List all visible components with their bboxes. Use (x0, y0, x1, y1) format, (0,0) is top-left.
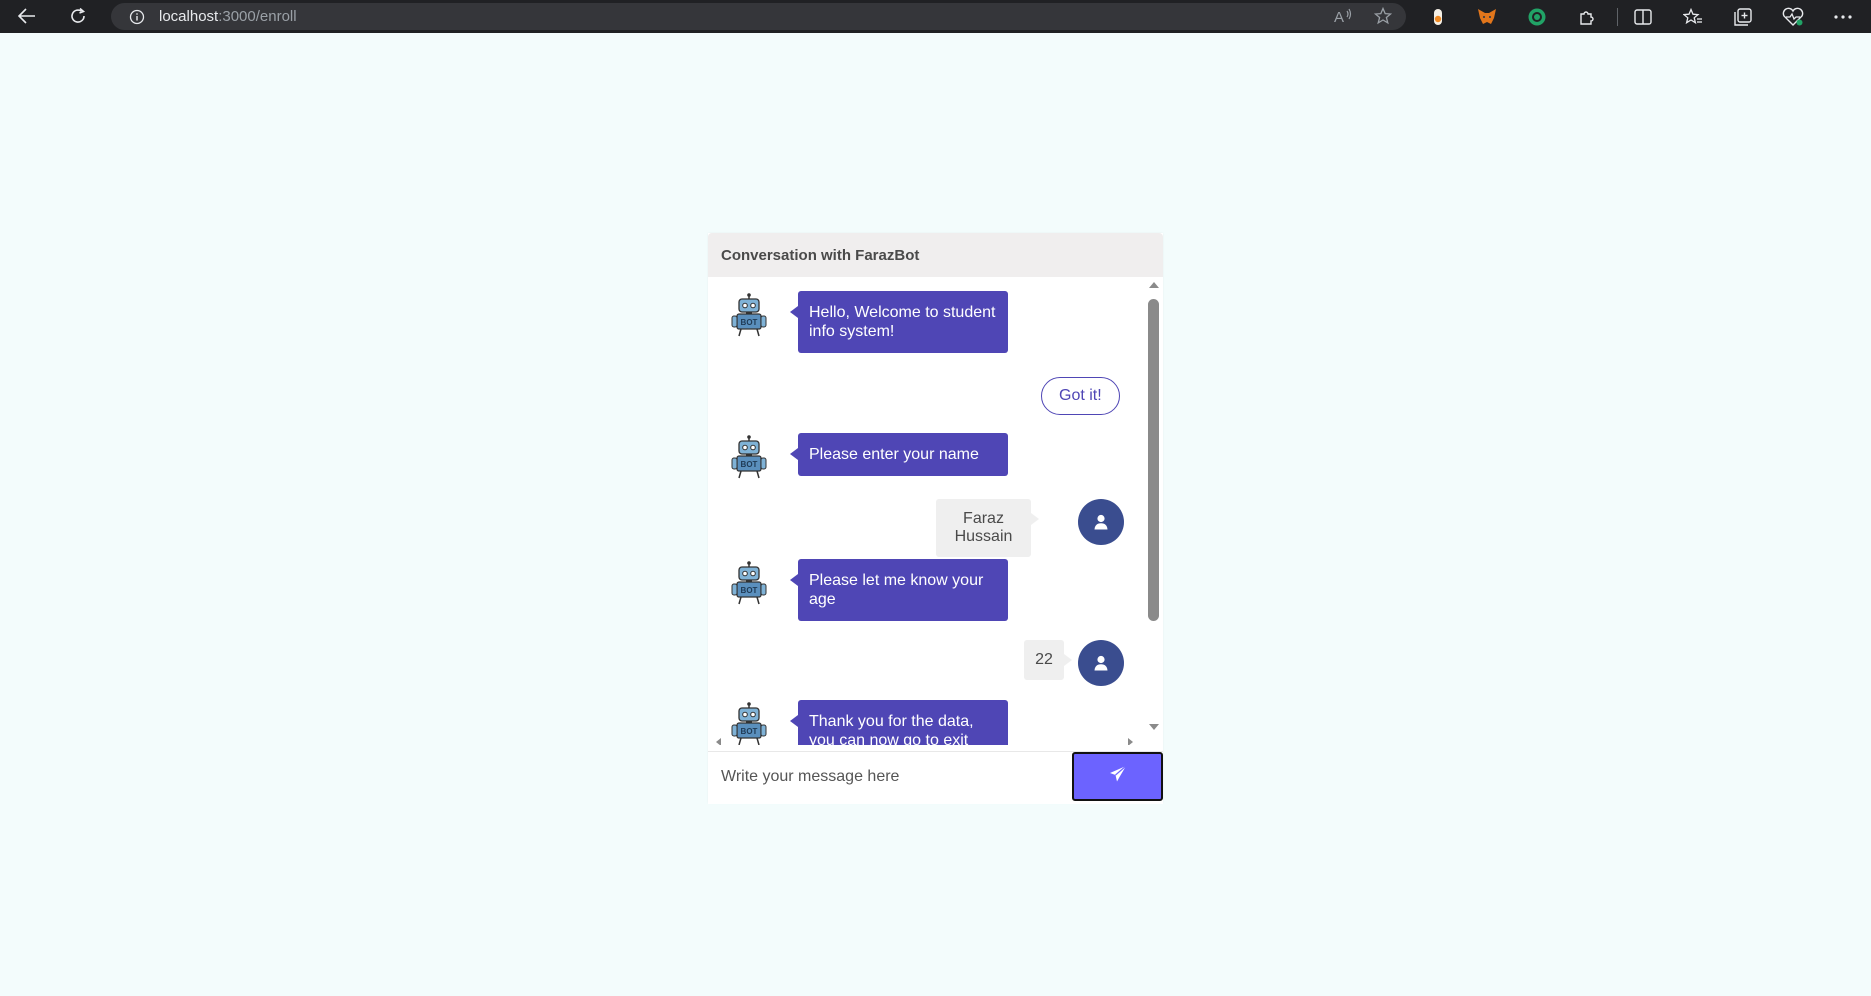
bot-message: BOT Hello, Welcome to student info syste… (708, 291, 1145, 353)
more-menu-icon[interactable] (1830, 4, 1856, 30)
robot-icon: BOT (729, 561, 769, 605)
toolbar-divider (1617, 8, 1618, 26)
bot-message: BOT Thank you for the data, you can now … (708, 700, 1145, 745)
bot-bubble: Hello, Welcome to student info system! (790, 291, 1008, 353)
paper-plane-icon (1109, 765, 1127, 788)
reload-icon[interactable] (61, 2, 95, 30)
favorite-star-icon[interactable] (1373, 6, 1393, 30)
robot-icon: BOT (729, 293, 769, 337)
horizontal-scrollbar[interactable] (708, 738, 1145, 745)
robot-icon: BOT (729, 702, 769, 745)
chat-header: Conversation with FarazBot (708, 233, 1163, 277)
scroll-up-arrow-icon[interactable] (1149, 282, 1159, 288)
metamask-fox-icon[interactable] (1474, 4, 1500, 30)
chat-footer (708, 751, 1163, 804)
url-host: localhost (159, 8, 219, 25)
scroll-left-arrow-icon[interactable] (716, 738, 721, 745)
bot-message: BOT Please let me know your age (708, 559, 1145, 621)
scroll-down-arrow-icon[interactable] (1149, 724, 1159, 730)
address-bar[interactable]: localhost:3000/enroll A (111, 3, 1406, 30)
svg-text:BOT: BOT (741, 586, 758, 595)
split-screen-icon[interactable] (1630, 4, 1656, 30)
user-avatar-icon (1078, 640, 1124, 686)
favorites-icon[interactable] (1680, 4, 1706, 30)
collections-icon[interactable] (1730, 4, 1756, 30)
svg-text:BOT: BOT (741, 318, 758, 327)
chat-messages[interactable]: BOT Hello, Welcome to student info syste… (708, 277, 1163, 745)
bot-message: BOT Please enter your name (708, 433, 1145, 485)
browser-toolbar: localhost:3000/enroll A (0, 0, 1871, 33)
send-button[interactable] (1072, 752, 1163, 801)
svg-text:BOT: BOT (741, 727, 758, 736)
bot-bubble: Please let me know your age (790, 559, 1008, 621)
svg-text:A: A (1334, 9, 1344, 25)
extension-green-ring-icon[interactable] (1524, 4, 1550, 30)
user-bubble: Faraz Hussain (936, 499, 1039, 557)
url-text: localhost:3000/enroll (159, 8, 297, 25)
svg-text:BOT: BOT (741, 460, 758, 469)
robot-icon: BOT (729, 435, 769, 479)
user-avatar-icon (1078, 499, 1124, 545)
back-icon[interactable] (10, 2, 44, 30)
scrollbar-thumb[interactable] (1148, 299, 1159, 621)
info-icon[interactable] (129, 9, 145, 25)
user-bubble: 22 (1024, 640, 1072, 680)
bot-bubble: Please enter your name (790, 433, 1008, 476)
chat-window: Conversation with FarazBot BOT Hello, We… (708, 233, 1163, 804)
scroll-right-arrow-icon[interactable] (1128, 738, 1133, 745)
read-aloud-icon[interactable]: A (1334, 7, 1354, 30)
url-path: :3000/enroll (218, 8, 297, 25)
browser-essentials-icon[interactable] (1780, 4, 1806, 30)
extensions-puzzle-icon[interactable] (1574, 4, 1600, 30)
chat-title: Conversation with FarazBot (721, 246, 920, 264)
extension-orange-icon[interactable] (1425, 4, 1451, 30)
vertical-scrollbar[interactable] (1145, 277, 1162, 741)
bot-bubble: Thank you for the data, you can now go t… (790, 700, 1008, 745)
message-input[interactable] (708, 752, 1072, 802)
option-got-it-button[interactable]: Got it! (1041, 377, 1120, 415)
